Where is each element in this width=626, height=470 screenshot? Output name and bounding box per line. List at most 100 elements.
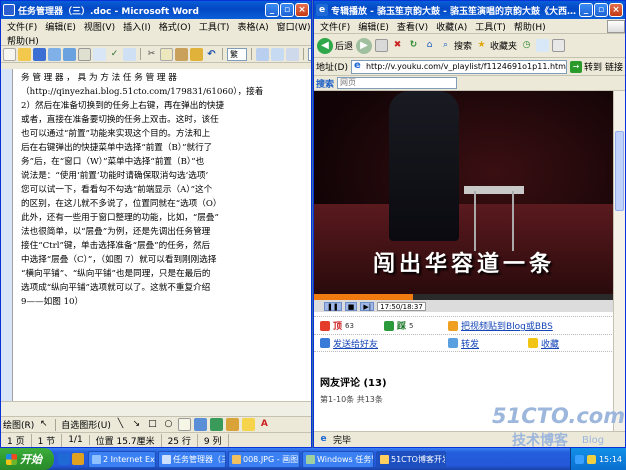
ie-page-icon: e [320, 434, 327, 444]
menu-insert[interactable]: 插入(I) [119, 20, 155, 33]
menu-format[interactable]: 格式(O) [155, 20, 195, 33]
print-icon[interactable] [78, 47, 91, 61]
style-select[interactable]: 正文 [308, 47, 311, 61]
history-icon[interactable]: ◷ [520, 39, 533, 52]
table-icon[interactable] [256, 47, 269, 61]
favorites-button[interactable]: ★ 收藏夹 [475, 39, 517, 52]
stop-icon[interactable]: ✖ [391, 39, 404, 52]
task-task-manager[interactable]: Windows 任务管… [302, 450, 374, 468]
horizontal-scrollbar[interactable] [1, 401, 311, 416]
menu-file[interactable]: 文件(F) [3, 20, 41, 33]
draw-menu[interactable]: 绘图(R) [3, 418, 34, 431]
permission-icon[interactable] [48, 47, 61, 61]
chinese-convert-box[interactable]: 繁 [227, 47, 247, 61]
task-internet-explorer[interactable]: 2 Internet Ex… [88, 450, 156, 468]
restore-icon[interactable]: ▫ [594, 3, 608, 17]
print-icon[interactable] [552, 39, 566, 52]
textbox-icon[interactable] [177, 418, 191, 431]
search-button[interactable]: ⌕ 搜索 [439, 39, 472, 52]
ie-menu-file[interactable]: 文件(F) [316, 20, 354, 33]
new-document-icon[interactable] [3, 47, 16, 61]
down-button[interactable]: 踩 5 [378, 319, 442, 332]
restore-icon[interactable]: ▫ [280, 3, 294, 17]
minimize-icon[interactable]: _ [265, 3, 279, 17]
open-folder-icon[interactable] [18, 47, 31, 61]
go-button[interactable]: → 转到 [569, 60, 602, 73]
ie-menu-view[interactable]: 查看(V) [393, 20, 432, 33]
back-button[interactable]: ◀ 后退 [317, 37, 353, 54]
watermark-tag: Blog [582, 435, 605, 446]
desktop-quicklaunch-icon[interactable] [72, 453, 84, 465]
close-icon[interactable]: × [609, 3, 623, 17]
forward-arrow-icon[interactable]: ▶ [356, 37, 373, 54]
arrow-icon[interactable]: ↘ [130, 418, 143, 431]
menu-window[interactable]: 窗口(W) [273, 20, 311, 33]
undo-icon[interactable]: ↶ [205, 48, 218, 61]
ie-quicklaunch-icon[interactable] [58, 453, 70, 465]
oval-icon[interactable]: ○ [162, 418, 175, 431]
ie-menu-favorites[interactable]: 收藏(A) [432, 20, 471, 33]
menu-edit[interactable]: 编辑(E) [41, 20, 80, 33]
ie-menu-edit[interactable]: 编辑(E) [354, 20, 393, 33]
minimize-icon[interactable]: _ [579, 3, 593, 17]
clock[interactable]: 15:14 [599, 455, 622, 464]
search-input[interactable]: 网页 [337, 77, 458, 89]
close-icon[interactable]: × [295, 3, 309, 17]
research-icon[interactable] [123, 47, 136, 61]
favorite-link[interactable]: 收藏 [522, 337, 613, 350]
network-icon[interactable] [574, 454, 584, 464]
format-painter-icon[interactable] [190, 47, 203, 61]
word-title-bar[interactable]: 任务管理器（三）.doc - Microsoft Word _ ▫ × [1, 1, 311, 19]
pause-icon[interactable]: ❚❚ [324, 301, 342, 311]
spelling-icon[interactable]: ✓ [108, 48, 121, 61]
cut-icon[interactable]: ✂ [145, 48, 158, 61]
send-to-friend-link[interactable]: 发送给好友 [314, 337, 442, 350]
refresh-icon[interactable]: ↻ [407, 39, 420, 52]
select-pointer-icon[interactable]: ↖ [37, 418, 50, 431]
autoshapes-menu[interactable]: 自选图形(U) [61, 418, 111, 431]
ie-title-bar[interactable]: e 专辑播放 - 骆玉笙京韵大鼓 - 骆玉笙演唱的京韵大鼓《大西… _ ▫ × [314, 1, 625, 19]
drawing-icon[interactable] [286, 47, 299, 61]
columns-icon[interactable] [271, 47, 284, 61]
menu-help[interactable]: 帮助(H) [1, 34, 311, 47]
task-51cto-blog[interactable]: 51CTO博客开发… [376, 450, 446, 468]
doc-line: 选项成“纵向平铺”选项就可以了。这就不重复介绍 [21, 283, 211, 293]
address-input[interactable]: http://v.youku.com/v_playlist/f1124691o1… [350, 59, 567, 74]
line-icon[interactable]: ╲ [114, 418, 127, 431]
task-word-document[interactable]: 任务管理器（三… [158, 450, 226, 468]
wordart-icon[interactable] [193, 418, 207, 431]
ie-menu-tools[interactable]: 工具(T) [471, 20, 510, 33]
save-disk-icon[interactable] [33, 47, 46, 61]
email-icon[interactable] [63, 47, 76, 61]
diagram-icon[interactable] [209, 418, 223, 431]
mail-icon[interactable] [536, 39, 550, 52]
links-label[interactable]: 链接 [605, 60, 623, 73]
print-preview-icon[interactable] [93, 47, 106, 61]
menu-table[interactable]: 表格(A) [233, 20, 272, 33]
scroll-thumb[interactable] [615, 131, 624, 211]
video-player[interactable]: 闯出华容道一条 [314, 91, 613, 294]
document-page[interactable]: 务 管 理 器 ， 具 为 方 法 任 务 管 理 器 （http://qiny… [13, 69, 311, 401]
task-paint[interactable]: 008.JPG - 画图 [228, 450, 300, 468]
ie-menu-help[interactable]: 帮助(H) [510, 20, 550, 33]
up-button[interactable]: 顶 63 [314, 319, 378, 332]
favorites-label: 收藏夹 [490, 42, 518, 52]
menu-tools[interactable]: 工具(T) [195, 20, 234, 33]
volume-icon[interactable] [586, 454, 596, 464]
next-icon[interactable]: ▶| [360, 301, 375, 311]
forward-link[interactable]: 转发 [442, 337, 522, 350]
search-toolbar: 搜索 网页 [314, 76, 625, 91]
paste-icon[interactable] [175, 47, 188, 61]
clipart-icon[interactable] [225, 418, 239, 431]
ie-vertical-scrollbar[interactable] [613, 91, 625, 431]
menu-view[interactable]: 视图(V) [80, 20, 119, 33]
fill-color-icon[interactable] [241, 418, 255, 431]
copy-icon[interactable] [160, 47, 173, 61]
home-icon[interactable]: ⌂ [423, 39, 436, 52]
doc-line: 中选择“层叠（C）”，（如图 7）就可以看到刚刚选择 [21, 255, 217, 265]
rectangle-icon[interactable]: □ [146, 418, 159, 431]
start-button[interactable]: 开始 [0, 448, 54, 470]
share-to-blog-link[interactable]: 把视频贴到Blog或BBS [442, 319, 613, 332]
font-color-icon[interactable]: A [258, 418, 271, 431]
stop-icon[interactable]: ■ [344, 301, 358, 311]
